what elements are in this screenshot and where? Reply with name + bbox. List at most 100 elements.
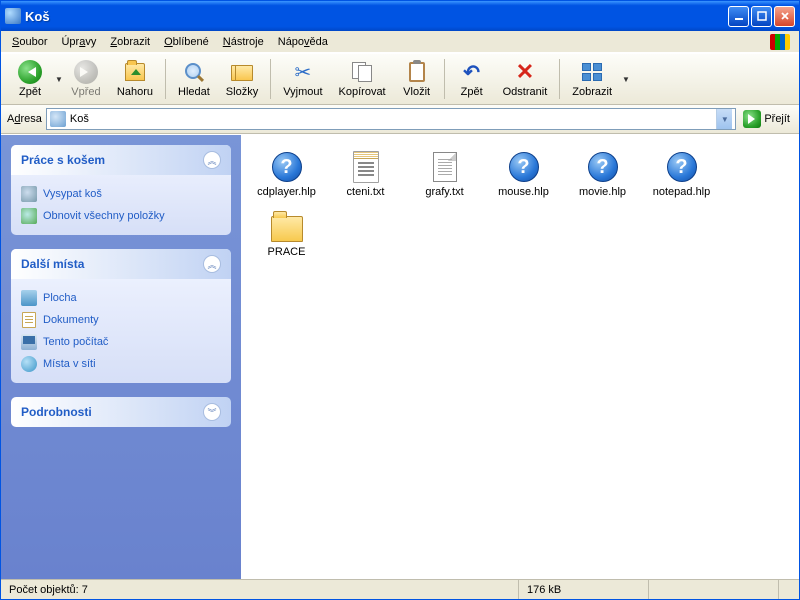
menu-file[interactable]: Soubor	[5, 34, 54, 50]
body-area: Práce s košem ︽ Vysypat koš Obnovit všec…	[1, 134, 799, 579]
trash-icon	[21, 186, 37, 202]
window-title: Koš	[25, 9, 728, 24]
file-label: cteni.txt	[347, 186, 385, 199]
panel-body: Plocha Dokumenty Tento počítač Místa v s…	[11, 279, 231, 383]
file-item[interactable]: notepad.hlp	[644, 147, 719, 203]
paste-button[interactable]: Vložit	[394, 58, 440, 100]
cut-button[interactable]: Vyjmout	[275, 58, 330, 100]
separator	[270, 59, 271, 99]
help-icon	[272, 152, 302, 182]
file-label: grafy.txt	[425, 186, 463, 199]
close-button[interactable]	[774, 6, 795, 27]
network-link[interactable]: Místa v síti	[21, 353, 221, 375]
file-item[interactable]: cteni.txt	[328, 147, 403, 203]
other-places-header[interactable]: Další místa ︽	[11, 249, 231, 279]
undo-button[interactable]: Zpět	[449, 58, 495, 100]
status-size: 176 kB	[519, 580, 649, 599]
computer-icon	[21, 334, 37, 350]
explorer-window: Koš Soubor Úpravy Zobrazit Oblíbené Nást…	[0, 0, 800, 600]
network-icon	[21, 356, 37, 372]
address-label: Adresa	[7, 113, 42, 125]
back-arrow-icon	[18, 60, 42, 84]
file-item[interactable]: cdplayer.hlp	[249, 147, 324, 203]
go-icon	[743, 110, 761, 128]
recycle-tasks-panel: Práce s košem ︽ Vysypat koš Obnovit všec…	[11, 145, 231, 235]
other-places-panel: Další místa ︽ Plocha Dokumenty Tento poč…	[11, 249, 231, 383]
chevron-down-icon: ︾	[203, 403, 221, 421]
separator	[165, 59, 166, 99]
copy-button[interactable]: Kopírovat	[331, 58, 394, 100]
menu-favorites[interactable]: Oblíbené	[157, 34, 216, 50]
recycle-bin-small-icon	[50, 111, 66, 127]
status-objects: Počet objektů: 7	[1, 580, 519, 599]
panel-body: Vysypat koš Obnovit všechny položky	[11, 175, 231, 235]
windows-flag-icon	[765, 31, 795, 53]
help-icon	[588, 152, 618, 182]
status-spacer	[649, 580, 779, 599]
file-label: mouse.hlp	[498, 186, 549, 199]
details-header[interactable]: Podrobnosti ︾	[11, 397, 231, 427]
folders-icon	[231, 63, 253, 81]
address-value: Koš	[70, 113, 716, 125]
forward-arrow-icon	[74, 60, 98, 84]
chevron-up-icon: ︽	[203, 151, 221, 169]
title-bar: Koš	[1, 1, 799, 31]
views-dropdown[interactable]: ▼	[622, 75, 630, 84]
maximize-button[interactable]	[751, 6, 772, 27]
file-item[interactable]: mouse.hlp	[486, 147, 561, 203]
window-controls	[728, 6, 795, 27]
details-panel: Podrobnosti ︾	[11, 397, 231, 427]
desktop-icon	[21, 290, 37, 306]
documents-icon	[22, 312, 36, 328]
documents-link[interactable]: Dokumenty	[21, 309, 221, 331]
help-icon	[509, 152, 539, 182]
restore-icon	[21, 208, 37, 224]
text2-icon	[433, 152, 457, 182]
forward-button: Vpřed	[63, 58, 109, 100]
search-icon	[184, 62, 204, 82]
scissors-icon	[294, 60, 311, 85]
address-bar: Adresa Koš ▼ Přejít	[1, 105, 799, 134]
separator	[444, 59, 445, 99]
file-item[interactable]: grafy.txt	[407, 147, 482, 203]
folders-button[interactable]: Složky	[218, 58, 266, 100]
back-button[interactable]: Zpět	[7, 58, 53, 100]
restore-all-link[interactable]: Obnovit všechny položky	[21, 205, 221, 227]
desktop-link[interactable]: Plocha	[21, 287, 221, 309]
file-label: cdplayer.hlp	[257, 186, 316, 199]
text1-icon	[353, 151, 379, 183]
recycle-tasks-header[interactable]: Práce s košem ︽	[11, 145, 231, 175]
empty-recycle-link[interactable]: Vysypat koš	[21, 183, 221, 205]
views-button[interactable]: Zobrazit	[564, 58, 620, 100]
file-item[interactable]: movie.hlp	[565, 147, 640, 203]
minimize-button[interactable]	[728, 6, 749, 27]
menu-tools[interactable]: Nástroje	[216, 34, 271, 50]
status-grip	[779, 580, 799, 599]
search-button[interactable]: Hledat	[170, 58, 218, 100]
menu-help[interactable]: Nápověda	[271, 34, 335, 50]
delete-button[interactable]: Odstranit	[495, 58, 556, 100]
menu-view[interactable]: Zobrazit	[103, 34, 157, 50]
tasks-sidebar: Práce s košem ︽ Vysypat koš Obnovit všec…	[1, 135, 241, 579]
status-bar: Počet objektů: 7 176 kB	[1, 579, 799, 599]
file-item[interactable]: PRACE	[249, 207, 324, 263]
file-list[interactable]: cdplayer.hlp cteni.txt grafy.txt mouse.hlp m…	[241, 135, 799, 579]
toolbar: Zpět ▼ Vpřed Nahoru Hledat Složky Vyjmou…	[1, 53, 799, 105]
views-icon	[582, 63, 602, 81]
back-dropdown[interactable]: ▼	[55, 75, 63, 84]
folder-icon	[271, 216, 303, 242]
file-label: PRACE	[268, 246, 306, 259]
up-button[interactable]: Nahoru	[109, 58, 161, 100]
address-input[interactable]: Koš ▼	[46, 108, 736, 130]
address-dropdown[interactable]: ▼	[716, 109, 732, 129]
undo-icon	[463, 60, 480, 85]
file-label: notepad.hlp	[653, 186, 711, 199]
recycle-bin-icon	[5, 8, 21, 24]
copy-icon	[352, 62, 372, 82]
menu-edit[interactable]: Úpravy	[54, 34, 103, 50]
go-button[interactable]: Přejít	[740, 109, 793, 129]
separator	[559, 59, 560, 99]
folder-up-icon	[125, 63, 145, 81]
computer-link[interactable]: Tento počítač	[21, 331, 221, 353]
delete-icon	[516, 59, 534, 85]
